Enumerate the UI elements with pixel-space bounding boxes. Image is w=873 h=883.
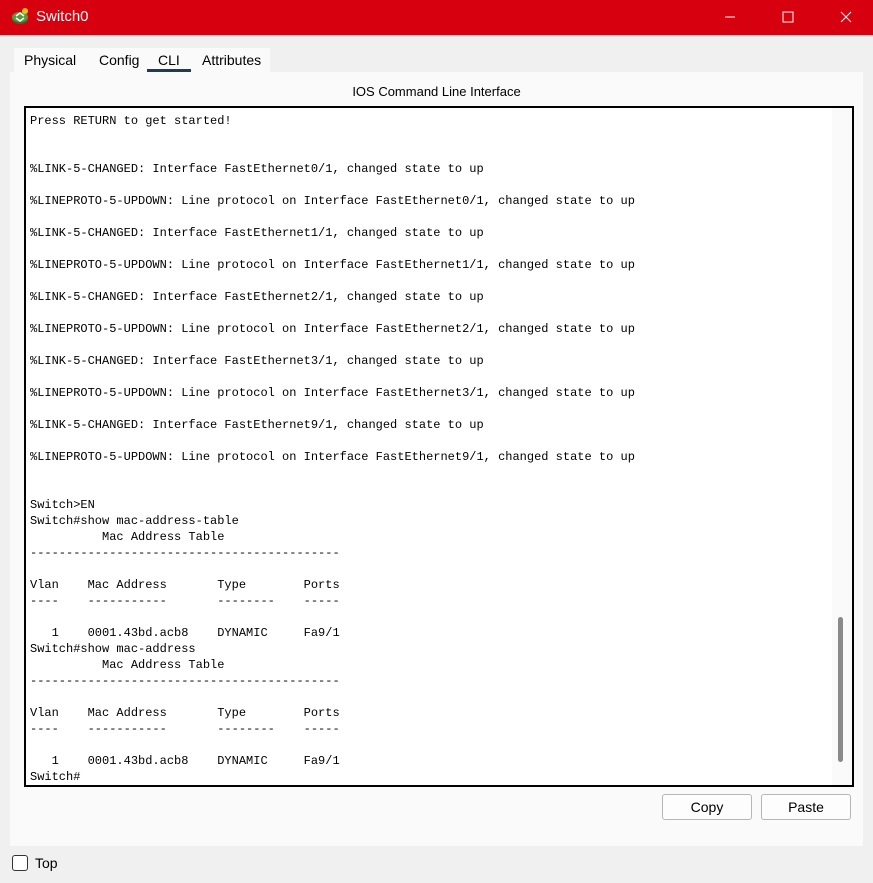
tab-physical[interactable]: Physical [24, 48, 76, 72]
console-line: ---- ----------- -------- ----- [30, 594, 340, 608]
console-line: Mac Address Table [30, 530, 225, 544]
console-line: Switch#show mac-address [30, 642, 196, 656]
console-line: 1 0001.43bd.acb8 DYNAMIC Fa9/1 [30, 754, 340, 768]
console-line: ----------------------------------------… [30, 674, 340, 688]
console-line: %LINK-5-CHANGED: Interface FastEthernet1… [30, 226, 484, 240]
console-line: %LINK-5-CHANGED: Interface FastEthernet3… [30, 354, 484, 368]
console-line: Mac Address Table [30, 658, 225, 672]
close-icon [840, 11, 852, 23]
console-line: %LINEPROTO-5-UPDOWN: Line protocol on In… [30, 258, 635, 272]
cli-console[interactable]: Press RETURN to get started! %LINK-5-CHA… [24, 106, 854, 787]
paste-button[interactable]: Paste [761, 794, 851, 820]
minimize-icon [725, 16, 735, 18]
title-bar[interactable]: Switch0 [0, 0, 873, 35]
console-line: Switch#show mac-address-table [30, 514, 239, 528]
router-icon [10, 7, 30, 27]
maximize-icon [782, 11, 794, 23]
tab-attributes[interactable]: Attributes [202, 48, 261, 72]
console-line: Vlan Mac Address Type Ports [30, 706, 340, 720]
console-output[interactable]: Press RETURN to get started! %LINK-5-CHA… [30, 113, 635, 785]
console-line: %LINEPROTO-5-UPDOWN: Line protocol on In… [30, 450, 635, 464]
console-line: ---- ----------- -------- ----- [30, 722, 340, 736]
console-line: ----------------------------------------… [30, 546, 340, 560]
copy-button[interactable]: Copy [662, 794, 752, 820]
top-checkbox[interactable] [12, 855, 28, 871]
console-line: %LINEPROTO-5-UPDOWN: Line protocol on In… [30, 322, 635, 336]
maximize-button[interactable] [759, 0, 817, 35]
minimize-button[interactable] [701, 0, 759, 35]
scrollbar-thumb[interactable] [838, 617, 843, 762]
top-label: Top [35, 855, 58, 871]
console-line: %LINEPROTO-5-UPDOWN: Line protocol on In… [30, 386, 635, 400]
console-line: %LINK-5-CHANGED: Interface FastEthernet2… [30, 290, 484, 304]
tab-bar: Physical Config CLI Attributes [14, 48, 270, 72]
console-line: %LINK-5-CHANGED: Interface FastEthernet9… [30, 418, 484, 432]
console-line: %LINK-5-CHANGED: Interface FastEthernet0… [30, 162, 484, 176]
tab-config[interactable]: Config [99, 48, 139, 72]
console-line: Press RETURN to get started! [30, 114, 232, 128]
console-line: Switch>EN [30, 498, 95, 512]
console-line: Vlan Mac Address Type Ports [30, 578, 340, 592]
console-line: %LINEPROTO-5-UPDOWN: Line protocol on In… [30, 194, 635, 208]
window-title: Switch0 [36, 8, 89, 25]
close-button[interactable] [817, 0, 873, 35]
console-line: 1 0001.43bd.acb8 DYNAMIC Fa9/1 [30, 626, 340, 640]
console-line: Switch# [30, 770, 81, 784]
panel-title: IOS Command Line Interface [352, 84, 521, 99]
